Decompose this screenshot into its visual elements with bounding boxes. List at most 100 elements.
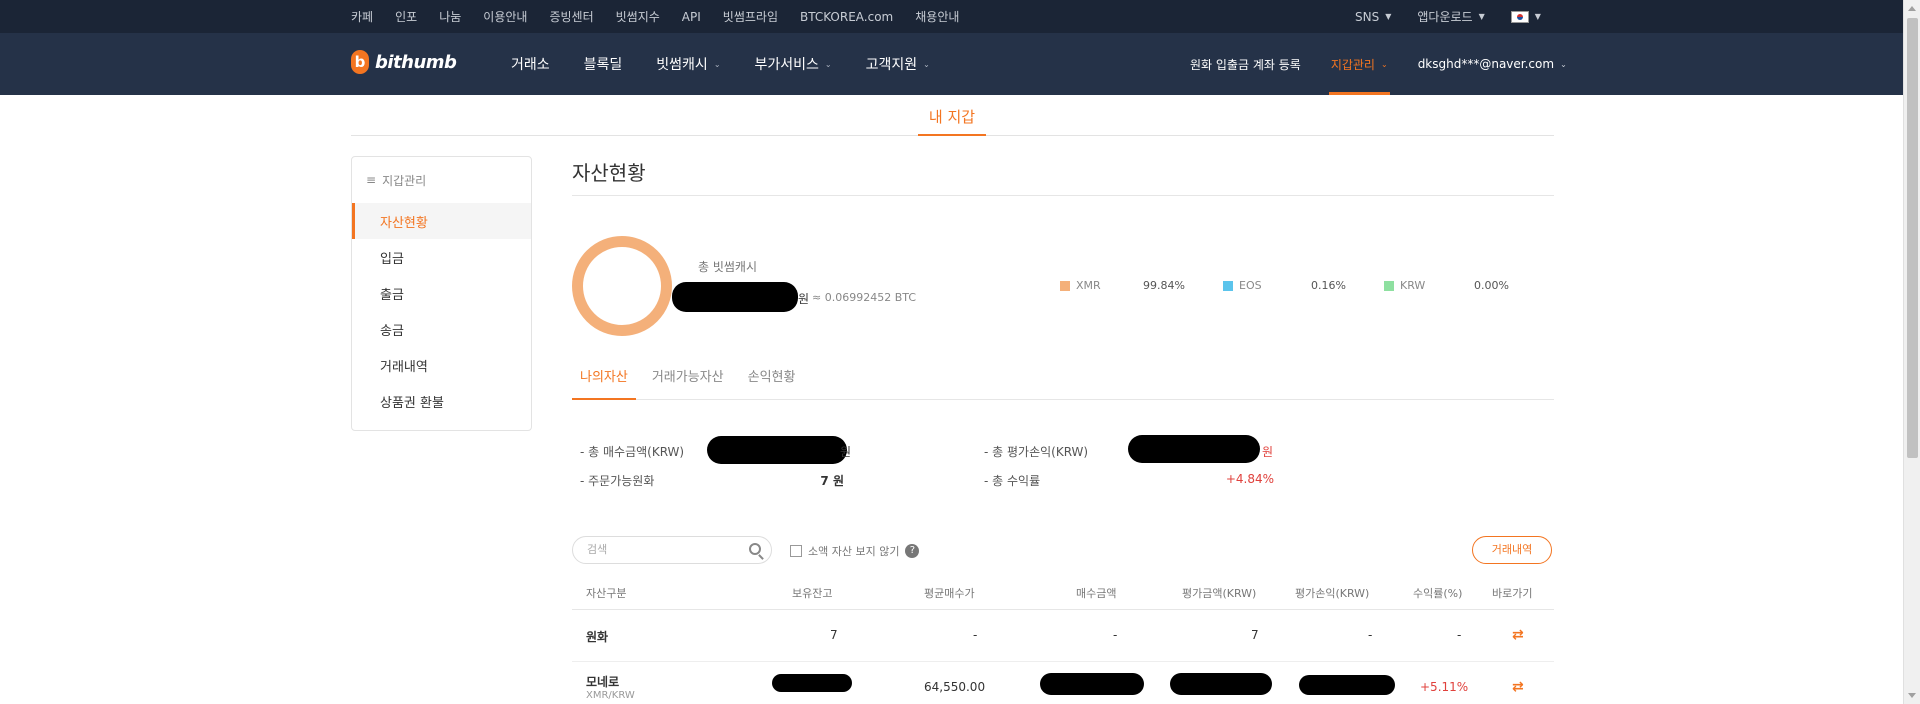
app-download-dropdown[interactable]: 앱다운로드 ▼ [1417, 8, 1484, 25]
top-link-share[interactable]: 나눔 [439, 8, 461, 25]
sidebar-item-history[interactable]: 거래내역 [352, 347, 531, 383]
transaction-history-button[interactable]: 거래내역 [1472, 536, 1552, 564]
exchange-swap-icon[interactable]: ⇄ [1512, 680, 1526, 694]
asset-name: 원화 [586, 630, 609, 644]
total-buy-unit: 원 [840, 445, 852, 459]
col-return: 수익률(%) [1413, 587, 1463, 600]
tab-my-assets[interactable]: 나의자산 [572, 360, 636, 400]
eval-amount-value: 7 [1251, 628, 1259, 642]
hide-small-assets-toggle[interactable]: 소액 자산 보지 않기 ? [790, 543, 920, 559]
chevron-down-icon: ⌄ [1380, 59, 1388, 69]
top-link-btckorea[interactable]: BTCKOREA.com [800, 10, 893, 24]
top-link-api[interactable]: API [682, 10, 701, 24]
caret-down-icon: ▼ [1534, 12, 1541, 21]
col-buy-amount: 매수금액 [1076, 587, 1117, 600]
scroll-up-arrow-icon[interactable] [1908, 6, 1916, 11]
language-dropdown[interactable]: ▼ [1510, 10, 1541, 23]
top-utility-bar: 카페 인포 나눔 이용안내 증빙센터 빗썸지수 API 빗썸프라임 BTCKOR… [0, 0, 1903, 33]
orderable-krw-value: 7 원 [820, 474, 844, 488]
menu-label: 부가서비스 [754, 57, 819, 73]
user-email: dksghd***@naver.com [1417, 57, 1555, 71]
search-icon[interactable] [749, 543, 761, 555]
legend-pct: 99.84% [1143, 279, 1185, 292]
sidebar-item-withdraw[interactable]: 출금 [352, 275, 531, 311]
asset-donut-chart [572, 236, 672, 336]
sns-dropdown[interactable]: SNS ▼ [1355, 10, 1391, 24]
total-cash-label: 총 빗썸캐시 [698, 260, 758, 274]
asset-subtabs: 나의자산 거래가능자산 손익현황 [572, 360, 1554, 400]
sidebar-item-assets[interactable]: 자산현황 [352, 203, 531, 239]
redacted-balance [772, 674, 852, 692]
legend-name: KRW [1400, 279, 1426, 292]
sidebar-header: ≡ 지갑관리 [352, 157, 531, 203]
page-tab-bar: 내 지갑 [351, 100, 1554, 136]
tab-my-wallet[interactable]: 내 지갑 [918, 100, 986, 136]
top-link-careers[interactable]: 채용안내 [915, 8, 959, 25]
asset-name: 모네로 [586, 675, 620, 689]
tab-profit-status[interactable]: 손익현황 [740, 360, 804, 400]
scrollbar-thumb[interactable] [1907, 18, 1918, 458]
sidebar-item-transfer[interactable]: 송금 [352, 311, 531, 347]
korea-flag-icon [1510, 10, 1529, 23]
legend-eos: EOS 0.16% [1223, 279, 1346, 292]
hide-small-checkbox[interactable] [790, 545, 802, 557]
exchange-swap-icon[interactable]: ⇄ [1512, 628, 1526, 642]
top-link-index[interactable]: 빗썸지수 [616, 8, 660, 25]
legend-krw: KRW 0.00% [1384, 279, 1509, 292]
sidebar-item-voucher-refund[interactable]: 상품권 환불 [352, 383, 531, 419]
table-row: 원화 7 - - 7 - - ⇄ [572, 610, 1554, 662]
asset-search-input[interactable]: 검색 [572, 536, 772, 564]
tab-tradable-assets[interactable]: 거래가능자산 [644, 360, 732, 400]
redacted-total-value [672, 282, 798, 312]
menu-exchange[interactable]: 거래소 [511, 54, 550, 74]
balance-value: 7 [830, 628, 838, 642]
search-placeholder: 검색 [587, 543, 608, 556]
legend-name: EOS [1239, 279, 1262, 292]
hide-small-label: 소액 자산 보지 않기 [808, 545, 900, 558]
krw-account-register-link[interactable]: 원화 입출금 계좌 등록 [1190, 33, 1301, 95]
menu-lines-icon: ≡ [366, 173, 377, 187]
sidebar-item-deposit[interactable]: 입금 [352, 239, 531, 275]
menu-label: 고객지원 [865, 57, 918, 73]
section-title: 자산현황 [572, 156, 1554, 196]
register-label: 원화 입출금 계좌 등록 [1190, 57, 1301, 72]
total-eval-label: - 총 평가손익(KRW) [984, 445, 1089, 459]
menu-bithumb-cash[interactable]: 빗썸캐시 ⌄ [656, 54, 720, 74]
scroll-down-arrow-icon[interactable] [1908, 693, 1916, 698]
top-link-cafe[interactable]: 카페 [351, 8, 373, 25]
page-scrollbar[interactable] [1903, 0, 1920, 704]
total-unit: 원 [798, 292, 810, 306]
logo-text: bithumb [375, 51, 457, 73]
menu-extra-services[interactable]: 부가서비스 ⌄ [755, 54, 832, 74]
assets-table: 자산구분 보유잔고 평균매수가 매수금액 평가금액(KRW) 평가손익(KRW)… [572, 574, 1554, 704]
redacted-total-eval [1128, 435, 1260, 463]
total-buy-label: - 총 매수금액(KRW) [580, 445, 685, 459]
top-right-menu: SNS ▼ 앱다운로드 ▼ ▼ [1355, 0, 1567, 33]
chevron-down-icon: ⌄ [824, 59, 832, 69]
redacted-eval-pnl [1299, 675, 1395, 695]
menu-label: 거래소 [511, 57, 550, 73]
top-link-proof[interactable]: 증빙센터 [549, 8, 593, 25]
bithumb-logo[interactable]: b bithumb [351, 50, 457, 74]
avg-price-value: - [973, 628, 978, 642]
account-menu: 원화 입출금 계좌 등록 지갑관리 ⌄ dksghd***@naver.com ⌄ [1190, 33, 1597, 95]
menu-support[interactable]: 고객지원 ⌄ [866, 54, 930, 74]
return-value: +5.11% [1420, 680, 1469, 694]
legend-pct: 0.16% [1311, 279, 1346, 292]
col-avg-price: 평균매수가 [924, 587, 975, 600]
col-asset: 자산구분 [586, 587, 627, 600]
top-link-info[interactable]: 인포 [395, 8, 417, 25]
help-icon[interactable]: ? [905, 544, 920, 558]
total-btc-value: ≈ 0.06992452 BTC [812, 291, 916, 304]
legend-pct: 0.00% [1474, 279, 1509, 292]
wallet-manage-menu[interactable]: 지갑관리 ⌄ [1328, 33, 1390, 95]
menu-label: 빗썸캐시 [656, 57, 708, 73]
top-link-prime[interactable]: 빗썸프라임 [723, 8, 778, 25]
top-link-guide[interactable]: 이용안내 [483, 8, 527, 25]
legend-name: XMR [1076, 279, 1101, 292]
sns-label: SNS [1355, 9, 1380, 24]
col-eval-amount: 평가금액(KRW) [1182, 587, 1257, 600]
user-menu[interactable]: dksghd***@naver.com ⌄ [1418, 33, 1567, 95]
menu-block-deal[interactable]: 블록딜 [584, 54, 623, 74]
redacted-total-buy [707, 436, 847, 464]
